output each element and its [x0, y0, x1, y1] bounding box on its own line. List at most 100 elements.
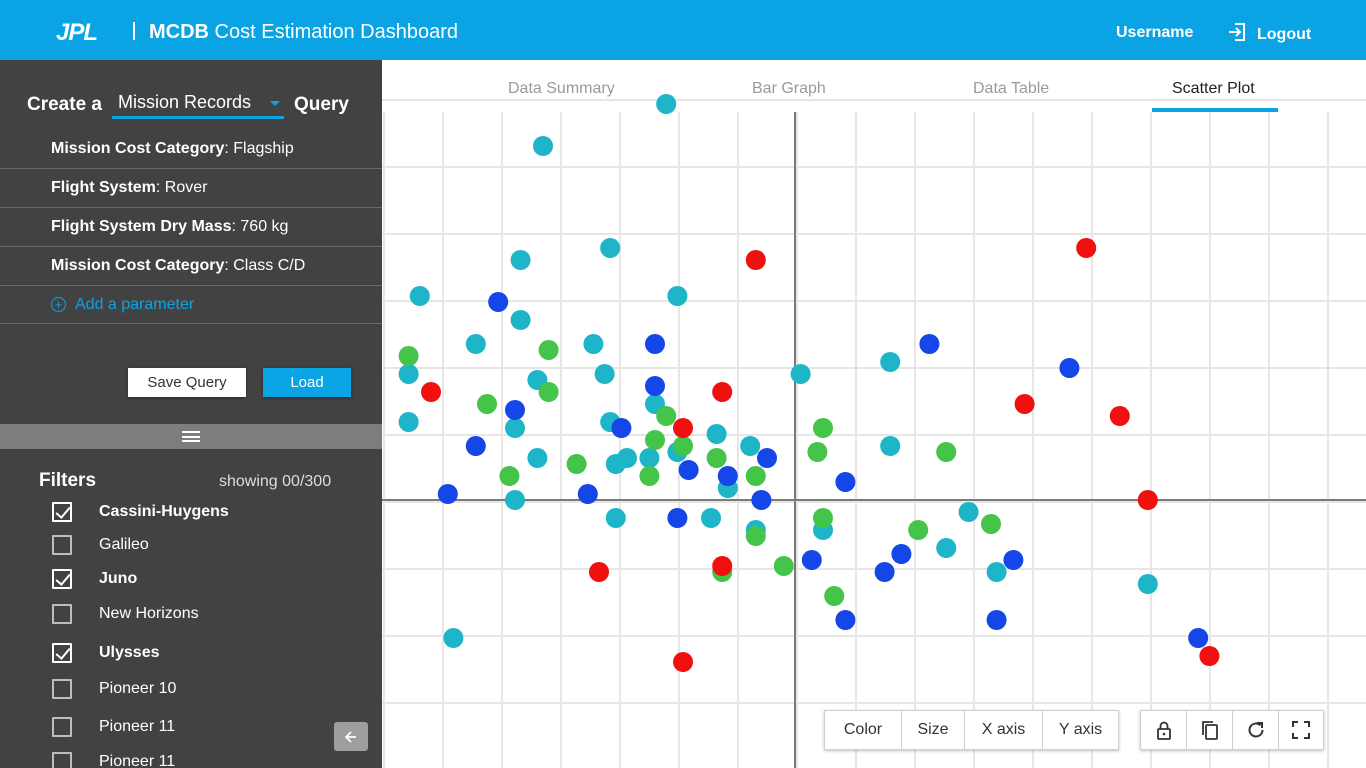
param-item[interactable]: Flight System: Rover — [0, 169, 382, 208]
copy-button[interactable] — [1187, 711, 1233, 749]
filter-checkbox[interactable] — [52, 717, 72, 737]
filter-checkbox[interactable] — [52, 535, 72, 555]
scatter-point[interactable] — [1014, 394, 1035, 414]
scatter-point[interactable] — [1137, 490, 1158, 510]
filter-checkbox[interactable] — [52, 569, 72, 589]
scatter-point[interactable] — [773, 556, 794, 576]
scatter-point[interactable] — [981, 514, 1001, 534]
scatter-point[interactable] — [745, 526, 766, 546]
scatter-point[interactable] — [1137, 574, 1158, 594]
scatter-point[interactable] — [813, 508, 833, 528]
filter-item[interactable]: Pioneer 11 — [52, 752, 175, 768]
filter-item[interactable]: Cassini-Huygens — [52, 502, 229, 522]
scatter-point[interactable] — [645, 376, 665, 396]
filter-checkbox[interactable] — [52, 752, 72, 768]
scatter-point[interactable] — [801, 550, 822, 570]
scatter-point[interactable] — [986, 610, 1007, 630]
param-item[interactable]: Mission Cost Category: Class C/D — [0, 247, 382, 286]
scatter-point[interactable] — [717, 466, 738, 486]
scatter-point[interactable] — [538, 340, 559, 360]
refresh-button[interactable] — [1233, 711, 1279, 749]
scatter-point[interactable] — [745, 466, 766, 486]
logout-button[interactable]: Logout — [1227, 22, 1311, 47]
param-item[interactable]: Flight System Dry Mass: 760 kg — [0, 208, 382, 247]
tab-data-table[interactable]: Data Table — [973, 80, 1049, 98]
filter-item[interactable]: Pioneer 11 — [52, 717, 175, 737]
scatter-point[interactable] — [1109, 406, 1130, 426]
scatter-point[interactable] — [465, 436, 486, 456]
scatter-point[interactable] — [505, 400, 525, 420]
tab-scatter-plot[interactable]: Scatter Plot — [1172, 80, 1255, 98]
scatter-point[interactable] — [499, 466, 520, 486]
collapse-sidebar-button[interactable] — [334, 722, 368, 751]
scatter-point[interactable] — [835, 472, 856, 492]
filter-item[interactable]: New Horizons — [52, 604, 199, 624]
scatter-point[interactable] — [488, 292, 509, 312]
scatter-point[interactable] — [477, 394, 497, 414]
scatter-point[interactable] — [712, 382, 733, 402]
load-button[interactable]: Load — [263, 368, 351, 397]
scatter-point[interactable] — [824, 586, 845, 606]
scatter-point[interactable] — [678, 460, 699, 480]
scatter-point[interactable] — [505, 418, 525, 438]
scatter-point[interactable] — [936, 442, 957, 462]
scatter-point[interactable] — [398, 346, 419, 366]
scatter-point[interactable] — [740, 436, 761, 456]
filter-item[interactable]: Pioneer 10 — [52, 679, 176, 699]
param-item[interactable]: Mission Cost Category: Flagship — [0, 130, 382, 169]
filter-checkbox[interactable] — [52, 643, 72, 663]
scatter-point[interactable] — [891, 544, 912, 564]
scatter-point[interactable] — [398, 364, 419, 384]
scatter-point[interactable] — [421, 382, 441, 402]
scatter-point[interactable] — [409, 286, 430, 306]
tab-data-summary[interactable]: Data Summary — [508, 80, 615, 98]
query-type-select[interactable]: Mission Records — [112, 91, 284, 119]
scatter-point[interactable] — [611, 418, 632, 438]
scatter-point[interactable] — [706, 448, 727, 468]
scatter-point[interactable] — [566, 454, 587, 474]
scatter-plot[interactable] — [382, 60, 1366, 768]
panel-splitter[interactable] — [0, 424, 382, 449]
scatter-point[interactable] — [958, 502, 979, 522]
scatter-point[interactable] — [538, 382, 559, 402]
scatter-point[interactable] — [656, 406, 677, 426]
scatter-point[interactable] — [639, 448, 660, 468]
scatter-point[interactable] — [639, 466, 660, 486]
scatter-point[interactable] — [667, 286, 688, 306]
scatter-point[interactable] — [712, 556, 733, 576]
scatter-point[interactable] — [594, 364, 615, 384]
scatter-point[interactable] — [1003, 550, 1024, 570]
scatter-point[interactable] — [673, 418, 693, 438]
scatter-point[interactable] — [986, 562, 1007, 582]
scatter-point[interactable] — [790, 364, 811, 384]
scatter-point[interactable] — [874, 562, 895, 582]
scatter-point[interactable] — [577, 484, 598, 504]
filter-item[interactable]: Ulysses — [52, 643, 160, 663]
scatter-point[interactable] — [673, 436, 693, 456]
scatter-point[interactable] — [757, 448, 777, 468]
scatter-point[interactable] — [673, 652, 693, 672]
scatter-point[interactable] — [527, 448, 548, 468]
scatter-point[interactable] — [605, 508, 626, 528]
filter-item[interactable]: Galileo — [52, 535, 149, 555]
scatter-point[interactable] — [583, 334, 604, 354]
scatter-point[interactable] — [510, 250, 531, 270]
scatter-point[interactable] — [813, 418, 833, 438]
scatter-point[interactable] — [510, 310, 531, 330]
scatter-point[interactable] — [701, 508, 721, 528]
scatter-point[interactable] — [1076, 238, 1097, 258]
tab-bar-graph[interactable]: Bar Graph — [752, 80, 826, 98]
scatter-point[interactable] — [398, 412, 419, 432]
scatter-point[interactable] — [667, 508, 688, 528]
scatter-point[interactable] — [835, 610, 856, 630]
scatter-point[interactable] — [605, 454, 626, 474]
scatter-point[interactable] — [919, 334, 940, 354]
scatter-point[interactable] — [807, 442, 828, 462]
scatter-point[interactable] — [751, 490, 772, 510]
scatter-point[interactable] — [465, 334, 486, 354]
scatter-point[interactable] — [936, 538, 957, 558]
scatter-point[interactable] — [600, 238, 621, 258]
scatter-point[interactable] — [880, 352, 901, 372]
scatter-point[interactable] — [880, 436, 901, 456]
scatter-point[interactable] — [443, 628, 464, 648]
